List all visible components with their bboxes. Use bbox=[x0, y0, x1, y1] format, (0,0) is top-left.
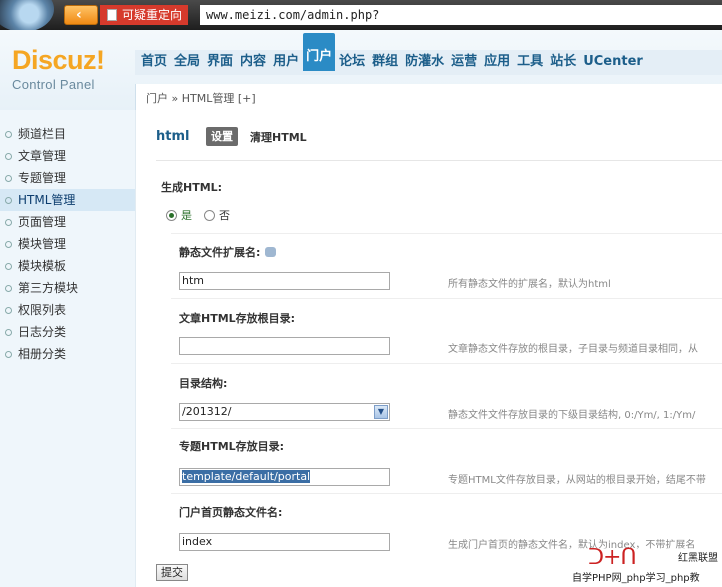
field-row-topic-dir: 专题HTML存放目录: template/default/portal 专题HT… bbox=[171, 428, 722, 493]
sidebar-item[interactable]: 专题管理 bbox=[0, 167, 135, 189]
watermark-caption: 自学PHP网_php学习_php教 bbox=[572, 573, 700, 584]
radio-yes-label[interactable]: 是 bbox=[181, 207, 192, 223]
field-row-extension: 静态文件扩展名: htm 所有静态文件的扩展名，默认为html bbox=[171, 233, 722, 298]
nav-item[interactable]: 应用 bbox=[481, 43, 513, 71]
breadcrumb[interactable]: 门户 » HTML管理 [+] bbox=[146, 90, 256, 106]
nav-item[interactable]: 首页 bbox=[138, 43, 170, 71]
logo-title: Discuz! bbox=[12, 45, 105, 75]
extension-input[interactable]: htm bbox=[179, 272, 390, 290]
index-file-input[interactable]: index bbox=[179, 533, 390, 551]
gen-html-radio-group: 是 否 bbox=[166, 207, 242, 223]
article-dir-input[interactable] bbox=[179, 337, 390, 355]
url-text: www.meizi.com/admin.php? bbox=[206, 8, 380, 22]
dir-structure-select[interactable]: /201312/ ▼ bbox=[179, 403, 390, 421]
top-nav: 首页 全局 界面 内容 用户 门户 论坛 群组 防灌水 运营 应用 工具 站长 UCenter bbox=[138, 33, 647, 71]
nav-item[interactable]: 用户 bbox=[270, 43, 302, 71]
sidebar-item[interactable]: 频道栏目 bbox=[0, 123, 135, 145]
tab-settings[interactable]: 设置 bbox=[206, 127, 238, 146]
nav-item[interactable]: 论坛 bbox=[336, 43, 368, 71]
radio-no-label[interactable]: 否 bbox=[219, 207, 230, 223]
nav-item[interactable]: 全局 bbox=[171, 43, 203, 71]
main-content: html 设置 清理HTML 生成HTML: 是 否 静态文件扩展名: htm … bbox=[135, 110, 722, 587]
field-label: 专题HTML存放目录: bbox=[179, 440, 285, 453]
sidebar: 频道栏目 文章管理 专题管理 HTML管理 页面管理 模块管理 模块模板 第三方模块 权限列表日… bbox=[0, 110, 135, 587]
nav-item[interactable]: 工具 bbox=[514, 43, 546, 71]
divider bbox=[156, 160, 722, 161]
logo-subtitle: Control Panel bbox=[12, 77, 95, 92]
chevron-down-icon[interactable]: ▼ bbox=[374, 405, 388, 419]
page-icon bbox=[107, 9, 117, 21]
page-title: html bbox=[156, 129, 190, 144]
back-arrow-icon: ‹ bbox=[76, 7, 82, 23]
sidebar-item[interactable]: HTML管理 bbox=[0, 189, 135, 211]
field-label: 门户首页静态文件名: bbox=[179, 506, 283, 519]
sidebar-item[interactable]: 页面管理 bbox=[0, 211, 135, 233]
gen-html-label: 生成HTML: bbox=[161, 181, 223, 194]
nav-item[interactable]: 群组 bbox=[369, 43, 401, 71]
radio-yes[interactable] bbox=[166, 209, 177, 221]
nav-item[interactable]: 界面 bbox=[204, 43, 236, 71]
nav-item[interactable]: 防灌水 bbox=[402, 43, 447, 71]
field-label: 静态文件扩展名: bbox=[179, 244, 277, 260]
breadcrumb-bar: 门户 » HTML管理 [+] bbox=[135, 84, 722, 110]
nav-item[interactable]: 站长 bbox=[547, 43, 579, 71]
field-hint: 所有静态文件的扩展名，默认为html bbox=[448, 279, 611, 290]
radio-no[interactable] bbox=[204, 209, 215, 221]
page-root: ‹ 可疑重定向 www.meizi.com/admin.php? Discuz!… bbox=[0, 0, 722, 587]
sidebar-item[interactable]: 文章管理 bbox=[0, 145, 135, 167]
sidebar-item[interactable]: 日志分类 bbox=[0, 321, 135, 343]
redirect-warning-badge[interactable]: 可疑重定向 bbox=[100, 5, 189, 25]
field-hint: 文章静态文件存放的根目录，子目录与频道目录相同，从 bbox=[448, 344, 698, 355]
sidebar-item[interactable]: 第三方模块 bbox=[0, 277, 135, 299]
field-hint: 静态文件文件存放目录的下级目录结构, 0:/Ym/, 1:/Ym/ bbox=[448, 410, 696, 421]
nav-item[interactable]: 运营 bbox=[448, 43, 480, 71]
sidebar-menu: 频道栏目 文章管理 专题管理 HTML管理 页面管理 模块管理 模块模板 第三方模块 权限列表日… bbox=[0, 110, 135, 365]
sidebar-item[interactable]: 相册分类 bbox=[0, 343, 135, 365]
watermark-side-text: 红黑联盟 bbox=[678, 553, 718, 564]
watermark: ᑐ+ᑎ 红黑联盟 自学PHP网_php学习_php教 bbox=[570, 545, 722, 587]
sidebar-item[interactable]: 权限列表 bbox=[0, 299, 135, 321]
watermark-logo: ᑐ+ᑎ bbox=[588, 545, 637, 570]
topic-dir-input[interactable]: template/default/portal bbox=[179, 468, 390, 486]
submit-button[interactable]: 提交 bbox=[156, 564, 188, 581]
back-button[interactable]: ‹ bbox=[64, 5, 98, 25]
field-row-article-dir: 文章HTML存放根目录: 文章静态文件存放的根目录，子目录与频道目录相同，从 bbox=[171, 298, 722, 363]
field-label: 文章HTML存放根目录: bbox=[179, 312, 296, 325]
help-icon[interactable] bbox=[265, 247, 277, 257]
address-bar[interactable]: www.meizi.com/admin.php? bbox=[200, 5, 722, 25]
tab-clear-html[interactable]: 清理HTML bbox=[250, 129, 307, 145]
field-hint: 专题HTML文件存放目录，从网站的根目录开始，结尾不带 bbox=[448, 475, 706, 486]
redirect-warning-text: 可疑重定向 bbox=[122, 8, 183, 22]
admin-header: Discuz! Control Panel 首页 全局 界面 内容 用户 门户 论坛 群组 防灌… bbox=[0, 30, 722, 110]
field-label: 目录结构: bbox=[179, 377, 228, 390]
field-row-dir-structure: 目录结构: /201312/ ▼ 静态文件文件存放目录的下级目录结构, 0:/Y… bbox=[171, 363, 722, 428]
browser-logo-icon bbox=[0, 0, 54, 32]
sidebar-item[interactable]: 模块管理 bbox=[0, 233, 135, 255]
browser-toolbar: ‹ 可疑重定向 www.meizi.com/admin.php? bbox=[0, 0, 722, 32]
nav-item[interactable]: 内容 bbox=[237, 43, 269, 71]
nav-item[interactable]: UCenter bbox=[580, 43, 646, 71]
discuz-logo[interactable]: Discuz! Control Panel bbox=[12, 46, 105, 92]
nav-item[interactable]: 门户 bbox=[303, 33, 336, 71]
sidebar-item[interactable]: 模块模板 bbox=[0, 255, 135, 277]
